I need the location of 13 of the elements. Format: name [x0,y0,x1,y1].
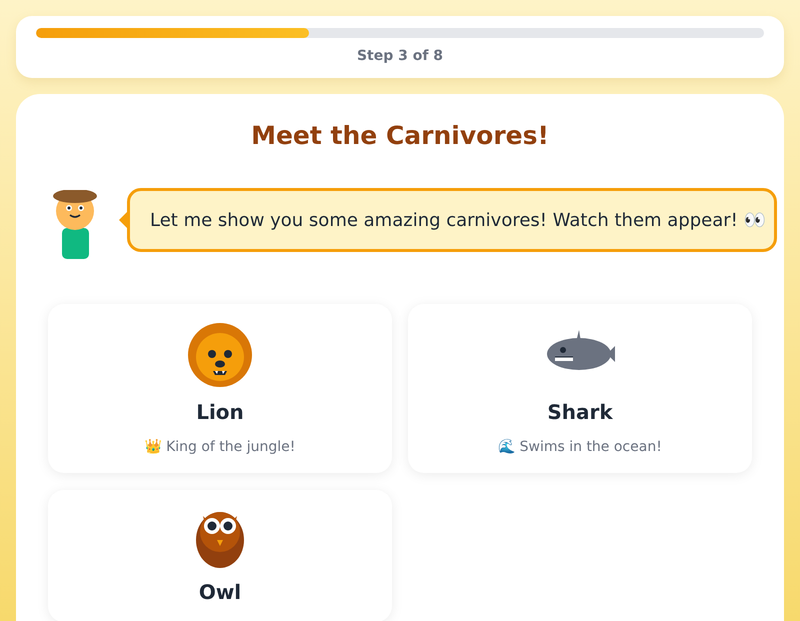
lesson-title: Meet the Carnivores! [250,120,550,152]
lion-icon [187,322,253,388]
animal-card[interactable]: Shark 🌊 Swims in the ocean! [408,304,752,473]
animal-fact: 👑 King of the jungle! [144,438,296,455]
guide-character-icon [53,190,99,260]
animal-card[interactable]: Owl [48,490,392,621]
animal-name: Owl [198,580,242,604]
bubble-tail [119,212,127,228]
animal-fact: 🌊 Swims in the ocean! [498,438,662,455]
animal-card[interactable]: Lion 👑 King of the jungle! [48,304,392,473]
step-label: Step 3 of 8 [356,48,444,64]
animal-name: Shark [547,400,613,424]
animal-name: Lion [196,400,244,424]
